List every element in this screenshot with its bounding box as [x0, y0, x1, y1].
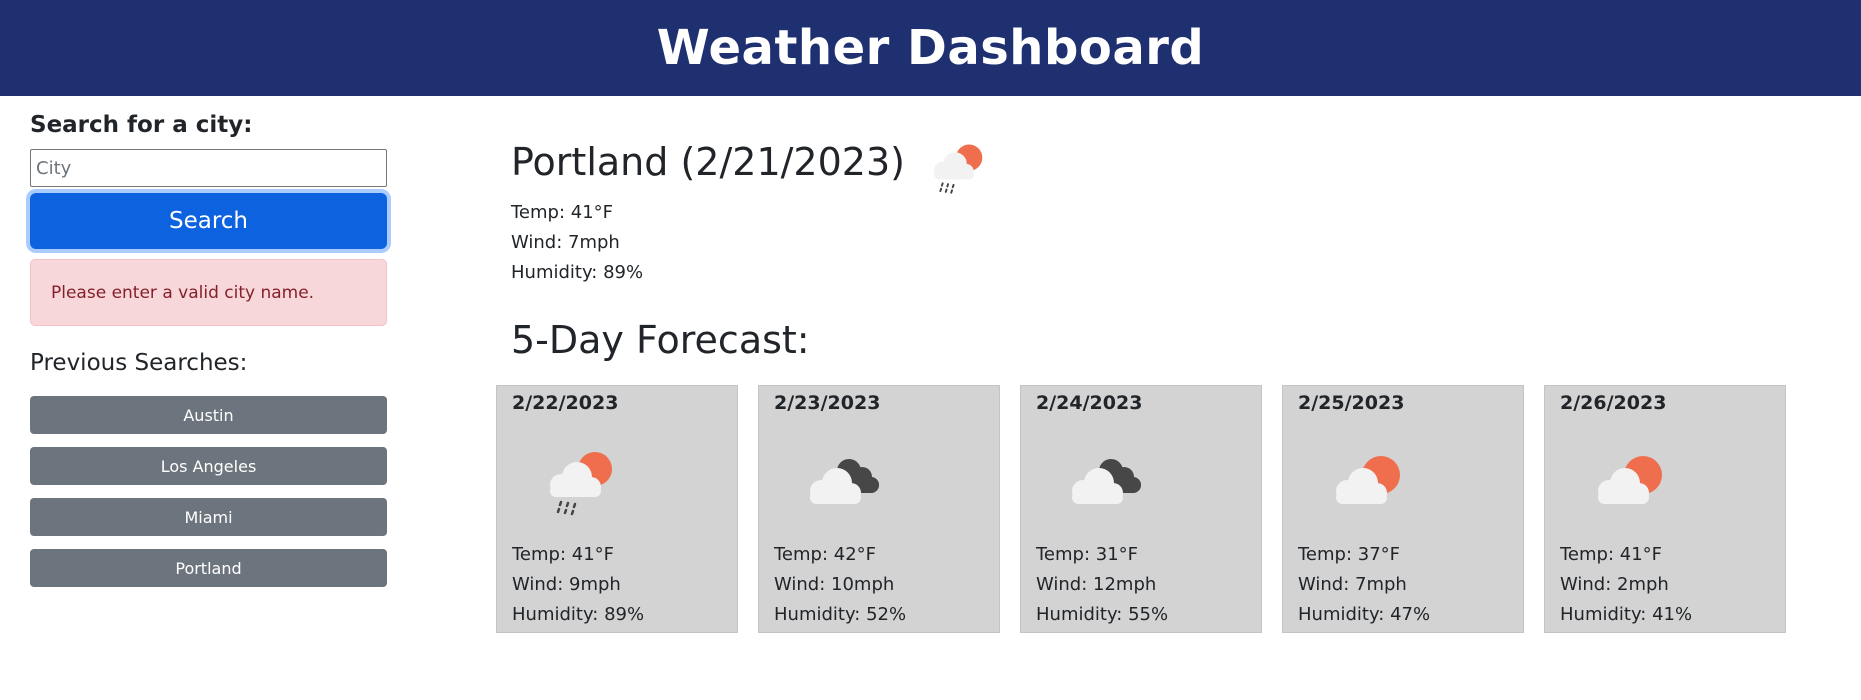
city-search-input[interactable]	[30, 149, 387, 187]
forecast-humidity: Humidity: 52%	[774, 604, 907, 625]
forecast-card: 2/23/2023 Temp: 42°F Wind: 10mph Humidit	[758, 385, 1000, 633]
history-button-austin[interactable]: Austin	[30, 396, 387, 434]
history-button-miami[interactable]: Miami	[30, 498, 387, 536]
page-title: Weather Dashboard	[656, 20, 1205, 76]
broken-clouds-icon	[1061, 441, 1151, 521]
forecast-temp: Temp: 41°F	[1560, 544, 1663, 565]
forecast-humidity: Humidity: 89%	[512, 604, 645, 625]
forecast-wind: Wind: 12mph	[1036, 574, 1157, 595]
forecast-wind: Wind: 7mph	[1298, 574, 1407, 595]
forecast-card: 2/25/2023 Temp: 37°F Wind: 7mph Humidity…	[1282, 385, 1524, 633]
current-humidity: Humidity: 89%	[511, 262, 644, 283]
forecast-title: 5-Day Forecast:	[511, 318, 810, 362]
search-label: Search for a city:	[30, 112, 253, 138]
forecast-temp: Temp: 31°F	[1036, 544, 1139, 565]
forecast-card: 2/26/2023 Temp: 41°F Wind: 2mph Humidity…	[1544, 385, 1786, 633]
search-button[interactable]: Search	[30, 193, 387, 249]
forecast-humidity: Humidity: 47%	[1298, 604, 1431, 625]
forecast-date: 2/23/2023	[774, 392, 881, 414]
forecast-date: 2/24/2023	[1036, 392, 1143, 414]
forecast-temp: Temp: 42°F	[774, 544, 877, 565]
history-button-portland[interactable]: Portland	[30, 549, 387, 587]
forecast-wind: Wind: 9mph	[512, 574, 621, 595]
current-temp: Temp: 41°F	[511, 202, 614, 223]
error-alert: Please enter a valid city name.	[30, 259, 387, 326]
forecast-card: 2/24/2023 Temp: 31°F Wind: 12mph Humidit	[1020, 385, 1262, 633]
forecast-date: 2/22/2023	[512, 392, 619, 414]
broken-clouds-icon	[799, 441, 889, 521]
forecast-temp: Temp: 41°F	[512, 544, 615, 565]
forecast-card: 2/22/2023 Temp: 41°F Wind: 9mph Humidity…	[496, 385, 738, 633]
forecast-humidity: Humidity: 55%	[1036, 604, 1169, 625]
error-alert-text: Please enter a valid city name.	[51, 282, 315, 303]
partly-sunny-rain-icon	[924, 132, 994, 202]
partly-cloudy-icon	[1585, 441, 1675, 521]
forecast-temp: Temp: 37°F	[1298, 544, 1401, 565]
forecast-date: 2/25/2023	[1298, 392, 1405, 414]
page-header: Weather Dashboard	[0, 0, 1861, 96]
forecast-wind: Wind: 10mph	[774, 574, 895, 595]
partly-sunny-rain-icon	[537, 441, 627, 521]
forecast-wind: Wind: 2mph	[1560, 574, 1669, 595]
history-button-los-angeles[interactable]: Los Angeles	[30, 447, 387, 485]
partly-cloudy-icon	[1323, 441, 1413, 521]
forecast-humidity: Humidity: 41%	[1560, 604, 1693, 625]
current-city-title: Portland (2/21/2023)	[511, 140, 905, 184]
forecast-date: 2/26/2023	[1560, 392, 1667, 414]
search-history-list: Austin Los Angeles Miami Portland	[30, 396, 387, 600]
current-weather: Portland (2/21/2023) Temp: 41°F Wind: 7m…	[511, 96, 1811, 296]
current-wind: Wind: 7mph	[511, 232, 620, 253]
previous-searches-label: Previous Searches:	[30, 350, 248, 376]
